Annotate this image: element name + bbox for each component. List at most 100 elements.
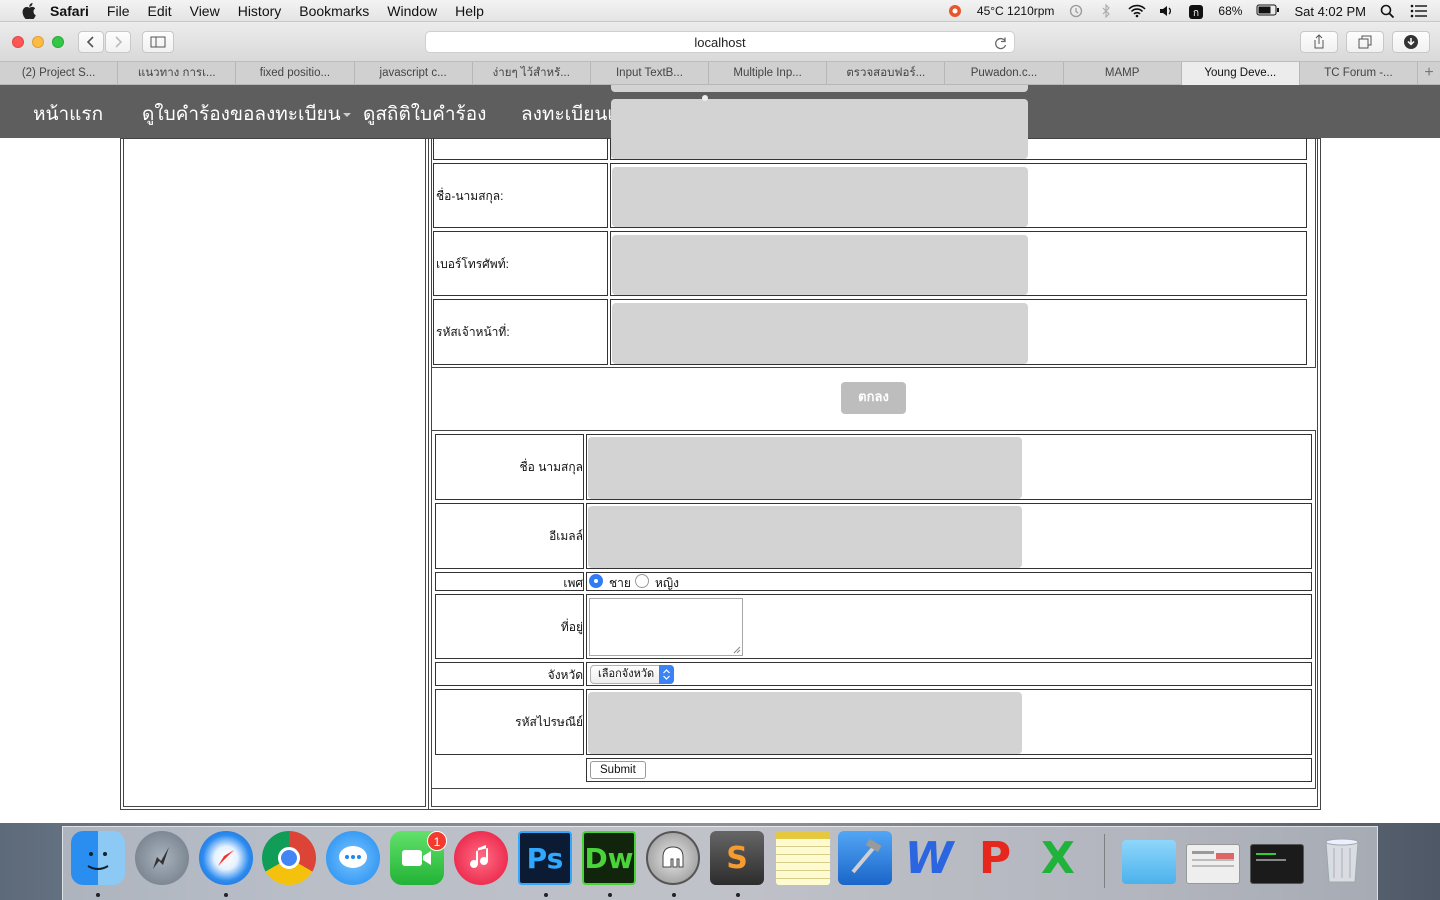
menu-edit[interactable]: Edit xyxy=(147,3,171,19)
tab-0[interactable]: (2) Project S... xyxy=(0,62,119,85)
menu-view[interactable]: View xyxy=(190,3,220,19)
window-close-button[interactable] xyxy=(12,36,24,48)
safari-running-dot xyxy=(224,893,228,897)
tab-10-active[interactable]: Young Deve... xyxy=(1181,62,1300,85)
address-bar[interactable]: localhost xyxy=(425,31,1015,53)
province-select-value: เลือกจังหวัด xyxy=(598,668,655,680)
menu-file[interactable]: File xyxy=(107,3,130,19)
nav-view-requests-label: ดูใบคำร้องขอลงทะเบียน xyxy=(142,104,341,125)
nav-view-requests[interactable]: ดูใบคำร้องขอลงทะเบียน xyxy=(142,99,351,129)
chevron-right-icon xyxy=(115,36,123,48)
select-arrows-icon xyxy=(659,665,674,684)
new-tab-button[interactable]: + xyxy=(1418,62,1440,85)
menu-history[interactable]: History xyxy=(238,3,282,19)
tab-4[interactable]: ง่ายๆ ไว้สำหรั... xyxy=(473,62,591,85)
photoshop-label: Ps xyxy=(526,841,564,875)
time-machine-icon[interactable] xyxy=(1068,4,1084,18)
messages-icon[interactable] xyxy=(326,831,380,885)
photoshop-icon[interactable]: Ps xyxy=(518,831,572,885)
powerpoint-icon[interactable]: P xyxy=(968,831,1022,885)
tab-6[interactable]: Multiple Inp... xyxy=(709,62,828,85)
address-textarea[interactable] xyxy=(589,598,743,656)
address-label: ที่อยู่ xyxy=(560,620,583,634)
gender-female-label[interactable]: หญิง xyxy=(655,574,679,593)
menu-bookmarks[interactable]: Bookmarks xyxy=(299,3,369,19)
nav-home[interactable]: หน้าแรก xyxy=(33,99,103,129)
apple-icon[interactable] xyxy=(20,2,38,19)
tab-5[interactable]: Input TextB... xyxy=(591,62,710,85)
gender-female-radio[interactable] xyxy=(635,574,649,588)
tab-1[interactable]: แนวทาง การเ... xyxy=(118,62,237,85)
excel-icon[interactable]: X xyxy=(1031,831,1085,885)
tab-8[interactable]: Puwadon.c... xyxy=(945,62,1064,85)
reload-icon[interactable] xyxy=(994,35,1008,50)
resize-handle-icon[interactable] xyxy=(733,646,741,654)
back-button[interactable] xyxy=(78,31,104,53)
finder-icon[interactable] xyxy=(71,831,125,885)
trash-icon[interactable] xyxy=(1315,831,1369,885)
sequel-pro-icon[interactable] xyxy=(646,831,700,885)
province-label: จังหวัด xyxy=(547,668,583,682)
staff-id-input[interactable] xyxy=(612,303,1028,364)
name-input[interactable] xyxy=(588,437,1022,499)
name-label: ชื่อ นามสกุล xyxy=(519,460,583,474)
submit-button[interactable]: Submit xyxy=(590,761,646,779)
gender-male-radio[interactable] xyxy=(589,574,603,588)
fullname-input[interactable] xyxy=(612,167,1028,227)
notification-center-icon[interactable] xyxy=(1410,4,1427,18)
menu-app-safari[interactable]: Safari xyxy=(50,3,89,19)
staff-id-label: รหัสเจ้าหน้าที่: xyxy=(436,325,510,339)
sublime-text-icon[interactable]: S xyxy=(710,831,764,885)
folder-icon[interactable] xyxy=(1122,840,1176,884)
menubar-clock[interactable]: Sat 4:02 PM xyxy=(1294,4,1366,19)
word-icon[interactable]: W xyxy=(902,831,956,885)
tab-overview-button[interactable] xyxy=(1346,31,1384,53)
forward-button[interactable] xyxy=(105,31,131,53)
form2-submit-cell xyxy=(586,758,1312,782)
sidebar-icon xyxy=(150,36,166,48)
gender-male-label[interactable]: ชาย xyxy=(609,574,631,593)
sublime-running-dot xyxy=(736,893,740,897)
tab-7[interactable]: ตรวจสอบฟอร์... xyxy=(827,62,946,85)
sidebar-toggle-button[interactable] xyxy=(142,31,174,53)
email-input[interactable] xyxy=(588,506,1022,568)
zip-input[interactable] xyxy=(588,692,1022,754)
phone-input[interactable] xyxy=(612,235,1028,295)
tab-3[interactable]: javascript c... xyxy=(355,62,473,85)
share-button[interactable] xyxy=(1300,31,1338,53)
spotlight-search-icon[interactable] xyxy=(1380,4,1396,19)
menu-window[interactable]: Window xyxy=(387,3,437,19)
temperature-monitor-icon[interactable] xyxy=(947,4,963,18)
window-minimize-button[interactable] xyxy=(32,36,44,48)
bluetooth-icon[interactable] xyxy=(1098,3,1114,19)
dock-separator xyxy=(1104,834,1105,888)
terminal-thumbnail-icon[interactable] xyxy=(1250,844,1304,884)
safari-icon[interactable] xyxy=(199,831,253,885)
xcode-icon[interactable] xyxy=(838,831,892,885)
tab-2[interactable]: fixed positio... xyxy=(236,62,355,85)
overlay-input-box[interactable] xyxy=(611,99,1028,159)
notes-icon[interactable] xyxy=(776,831,830,885)
launchpad-icon[interactable] xyxy=(135,831,189,885)
province-select[interactable]: เลือกจังหวัด xyxy=(590,665,674,684)
wifi-icon[interactable] xyxy=(1128,4,1147,18)
itunes-icon[interactable] xyxy=(454,831,508,885)
dreamweaver-icon[interactable]: Dw xyxy=(582,831,636,885)
nav-register-staff[interactable]: ลงทะเบียนเจ้ xyxy=(521,99,625,129)
window-zoom-button[interactable] xyxy=(52,36,64,48)
nav-statistics[interactable]: ดูสถิติใบคำร้อง xyxy=(363,99,486,129)
menu-help[interactable]: Help xyxy=(455,3,484,19)
battery-percent[interactable]: 68% xyxy=(1218,4,1242,18)
battery-icon[interactable] xyxy=(1256,4,1280,18)
input-source-icon[interactable]: ก xyxy=(1188,4,1204,19)
ok-button[interactable]: ตกลง xyxy=(841,382,906,414)
svg-text:ก: ก xyxy=(1193,8,1199,19)
tab-11[interactable]: TC Forum -... xyxy=(1300,62,1419,85)
chrome-icon[interactable] xyxy=(262,831,316,885)
finder-running-dot xyxy=(96,893,100,897)
temperature-readout[interactable]: 45°C 1210rpm xyxy=(977,4,1055,18)
downloads-button[interactable] xyxy=(1392,31,1430,53)
tab-9[interactable]: MAMP xyxy=(1064,62,1182,85)
volume-icon[interactable] xyxy=(1158,4,1174,18)
screenshot-thumbnail-icon[interactable] xyxy=(1186,844,1240,884)
